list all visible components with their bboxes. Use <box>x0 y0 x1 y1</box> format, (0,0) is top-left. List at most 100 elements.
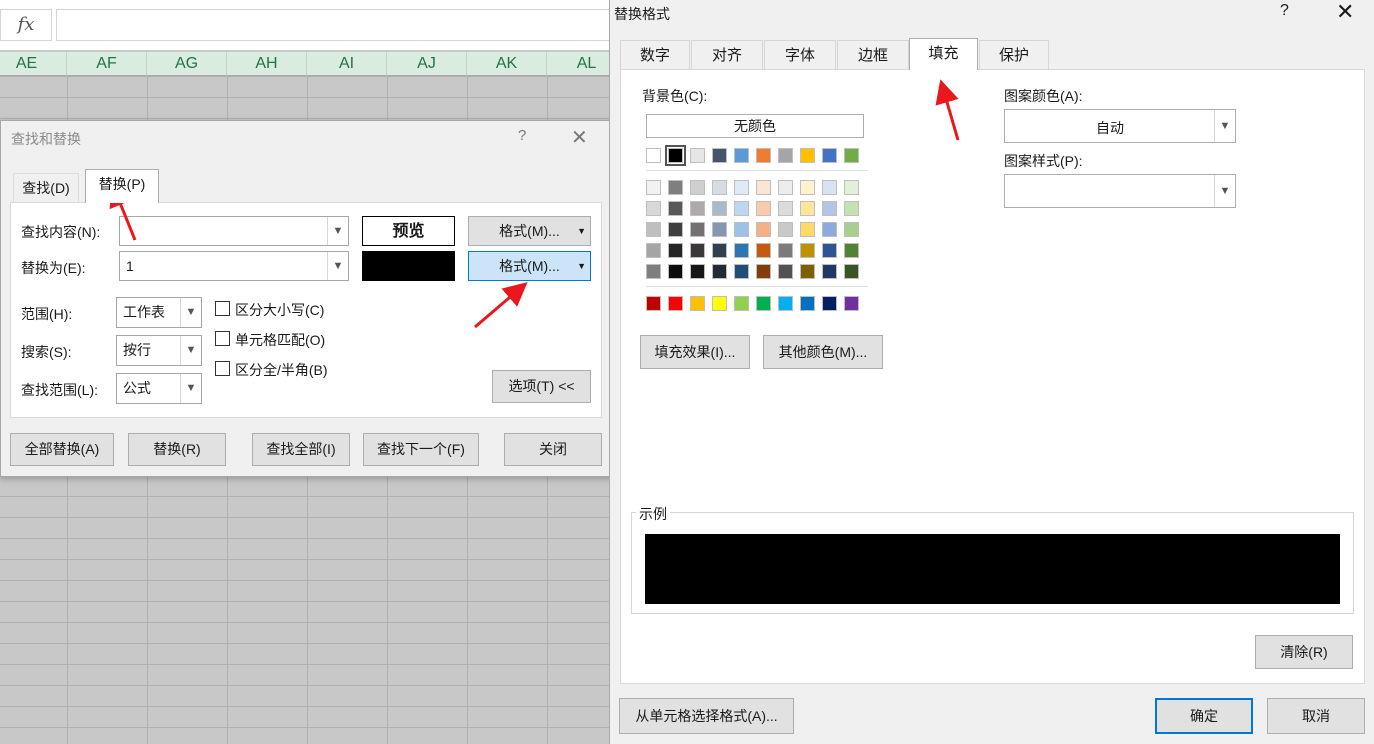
clear-button[interactable]: 清除(R) <box>1255 635 1353 669</box>
pattern-color-select[interactable]: 自动 ▼ <box>1004 109 1236 143</box>
choose-format-from-cell-button[interactable]: 从单元格选择格式(A)... <box>619 698 794 734</box>
tint-color-swatch[interactable] <box>800 201 815 216</box>
tint-color-swatch[interactable] <box>800 180 815 195</box>
tint-color-swatch[interactable] <box>668 201 683 216</box>
tab-number[interactable]: 数字 <box>620 40 690 70</box>
pattern-style-select[interactable]: ▼ <box>1004 174 1236 208</box>
standard-color-swatch[interactable] <box>668 296 683 311</box>
tint-color-swatch[interactable] <box>690 180 705 195</box>
tab-font[interactable]: 字体 <box>764 40 836 70</box>
tint-color-swatch[interactable] <box>844 180 859 195</box>
match-case-checkbox[interactable] <box>215 301 230 316</box>
tint-color-swatch[interactable] <box>756 180 771 195</box>
theme-color-swatch[interactable] <box>822 148 837 163</box>
tint-color-swatch[interactable] <box>800 264 815 279</box>
tint-color-swatch[interactable] <box>668 264 683 279</box>
tint-color-swatch[interactable] <box>778 243 793 258</box>
match-entire-cell-checkbox[interactable] <box>215 331 230 346</box>
tint-color-swatch[interactable] <box>844 264 859 279</box>
tint-color-swatch[interactable] <box>734 201 749 216</box>
tint-color-swatch[interactable] <box>800 243 815 258</box>
tint-color-swatch[interactable] <box>668 180 683 195</box>
ok-button[interactable]: 确定 <box>1155 698 1253 734</box>
tab-protection[interactable]: 保护 <box>979 40 1049 70</box>
search-order-select[interactable]: 按行 ▼ <box>116 335 202 366</box>
chevron-down-icon[interactable]: ▼ <box>1214 110 1235 142</box>
tint-color-swatch[interactable] <box>778 180 793 195</box>
match-byte-checkbox[interactable] <box>215 361 230 376</box>
tab-find[interactable]: 查找(D) <box>13 173 79 203</box>
tint-color-swatch[interactable] <box>668 243 683 258</box>
tint-color-swatch[interactable] <box>778 264 793 279</box>
tint-color-swatch[interactable] <box>822 243 837 258</box>
tint-color-swatch[interactable] <box>712 201 727 216</box>
look-in-select[interactable]: 公式 ▼ <box>116 373 202 404</box>
tint-color-swatch[interactable] <box>778 201 793 216</box>
column-header-ag[interactable]: AG <box>147 52 227 76</box>
help-icon[interactable]: ? <box>518 127 526 144</box>
standard-color-swatch[interactable] <box>690 296 705 311</box>
replace-button[interactable]: 替换(R) <box>128 433 226 466</box>
tint-color-swatch[interactable] <box>800 222 815 237</box>
more-colors-button[interactable]: 其他颜色(M)... <box>763 335 883 369</box>
tint-color-swatch[interactable] <box>646 243 661 258</box>
close-button[interactable]: 关闭 <box>504 433 602 466</box>
theme-color-swatch[interactable] <box>778 148 793 163</box>
tint-color-swatch[interactable] <box>668 222 683 237</box>
chevron-down-icon[interactable]: ▼ <box>180 374 201 403</box>
column-header-ai[interactable]: AI <box>307 52 387 76</box>
standard-color-swatch[interactable] <box>800 296 815 311</box>
tint-color-swatch[interactable] <box>712 180 727 195</box>
replace-with-input[interactable]: 1 ▼ <box>119 251 349 281</box>
scope-select[interactable]: 工作表 ▼ <box>116 297 202 328</box>
tint-color-swatch[interactable] <box>822 264 837 279</box>
options-button[interactable]: 选项(T) << <box>492 370 591 403</box>
tint-color-swatch[interactable] <box>756 222 771 237</box>
tint-color-swatch[interactable] <box>734 180 749 195</box>
standard-color-swatch[interactable] <box>734 296 749 311</box>
theme-color-swatch[interactable] <box>712 148 727 163</box>
chevron-down-icon[interactable]: ▼ <box>180 336 201 365</box>
tab-alignment[interactable]: 对齐 <box>691 40 763 70</box>
tab-replace[interactable]: 替换(P) <box>85 169 159 203</box>
column-header-ae[interactable]: AE <box>0 52 67 76</box>
cancel-button[interactable]: 取消 <box>1267 698 1365 734</box>
help-icon[interactable]: ? <box>1280 2 1289 20</box>
dropdown-arrow-icon[interactable]: ▼ <box>577 217 586 245</box>
tint-color-swatch[interactable] <box>734 222 749 237</box>
tint-color-swatch[interactable] <box>712 264 727 279</box>
tint-color-swatch[interactable] <box>756 264 771 279</box>
tint-color-swatch[interactable] <box>734 264 749 279</box>
tint-color-swatch[interactable] <box>756 243 771 258</box>
theme-color-swatch[interactable] <box>690 148 705 163</box>
theme-color-swatch[interactable] <box>800 148 815 163</box>
chevron-down-icon[interactable]: ▼ <box>327 217 348 245</box>
standard-color-swatch[interactable] <box>778 296 793 311</box>
tint-color-swatch[interactable] <box>822 222 837 237</box>
standard-color-swatch[interactable] <box>646 296 661 311</box>
replace-format-button[interactable]: 格式(M)... ▼ <box>468 251 591 281</box>
tab-border[interactable]: 边框 <box>837 40 909 70</box>
chevron-down-icon[interactable]: ▼ <box>327 252 348 280</box>
close-icon[interactable]: ✕ <box>1336 0 1354 25</box>
tint-color-swatch[interactable] <box>778 222 793 237</box>
fx-icon[interactable]: fx <box>0 9 52 41</box>
column-header-af[interactable]: AF <box>67 52 147 76</box>
standard-color-swatch[interactable] <box>712 296 727 311</box>
tint-color-swatch[interactable] <box>712 222 727 237</box>
find-format-button[interactable]: 格式(M)... ▼ <box>468 216 591 246</box>
tint-color-swatch[interactable] <box>822 201 837 216</box>
standard-color-swatch[interactable] <box>844 296 859 311</box>
tint-color-swatch[interactable] <box>646 180 661 195</box>
tab-fill[interactable]: 填充 <box>909 38 978 70</box>
chevron-down-icon[interactable]: ▼ <box>1214 175 1235 207</box>
find-next-button[interactable]: 查找下一个(F) <box>363 433 479 466</box>
replace-all-button[interactable]: 全部替换(A) <box>10 433 114 466</box>
tint-color-swatch[interactable] <box>734 243 749 258</box>
column-header-aj[interactable]: AJ <box>387 52 467 76</box>
find-all-button[interactable]: 查找全部(I) <box>252 433 350 466</box>
theme-color-swatch[interactable] <box>756 148 771 163</box>
theme-color-swatch[interactable] <box>844 148 859 163</box>
standard-color-swatch[interactable] <box>756 296 771 311</box>
column-header-ak[interactable]: AK <box>467 52 547 76</box>
